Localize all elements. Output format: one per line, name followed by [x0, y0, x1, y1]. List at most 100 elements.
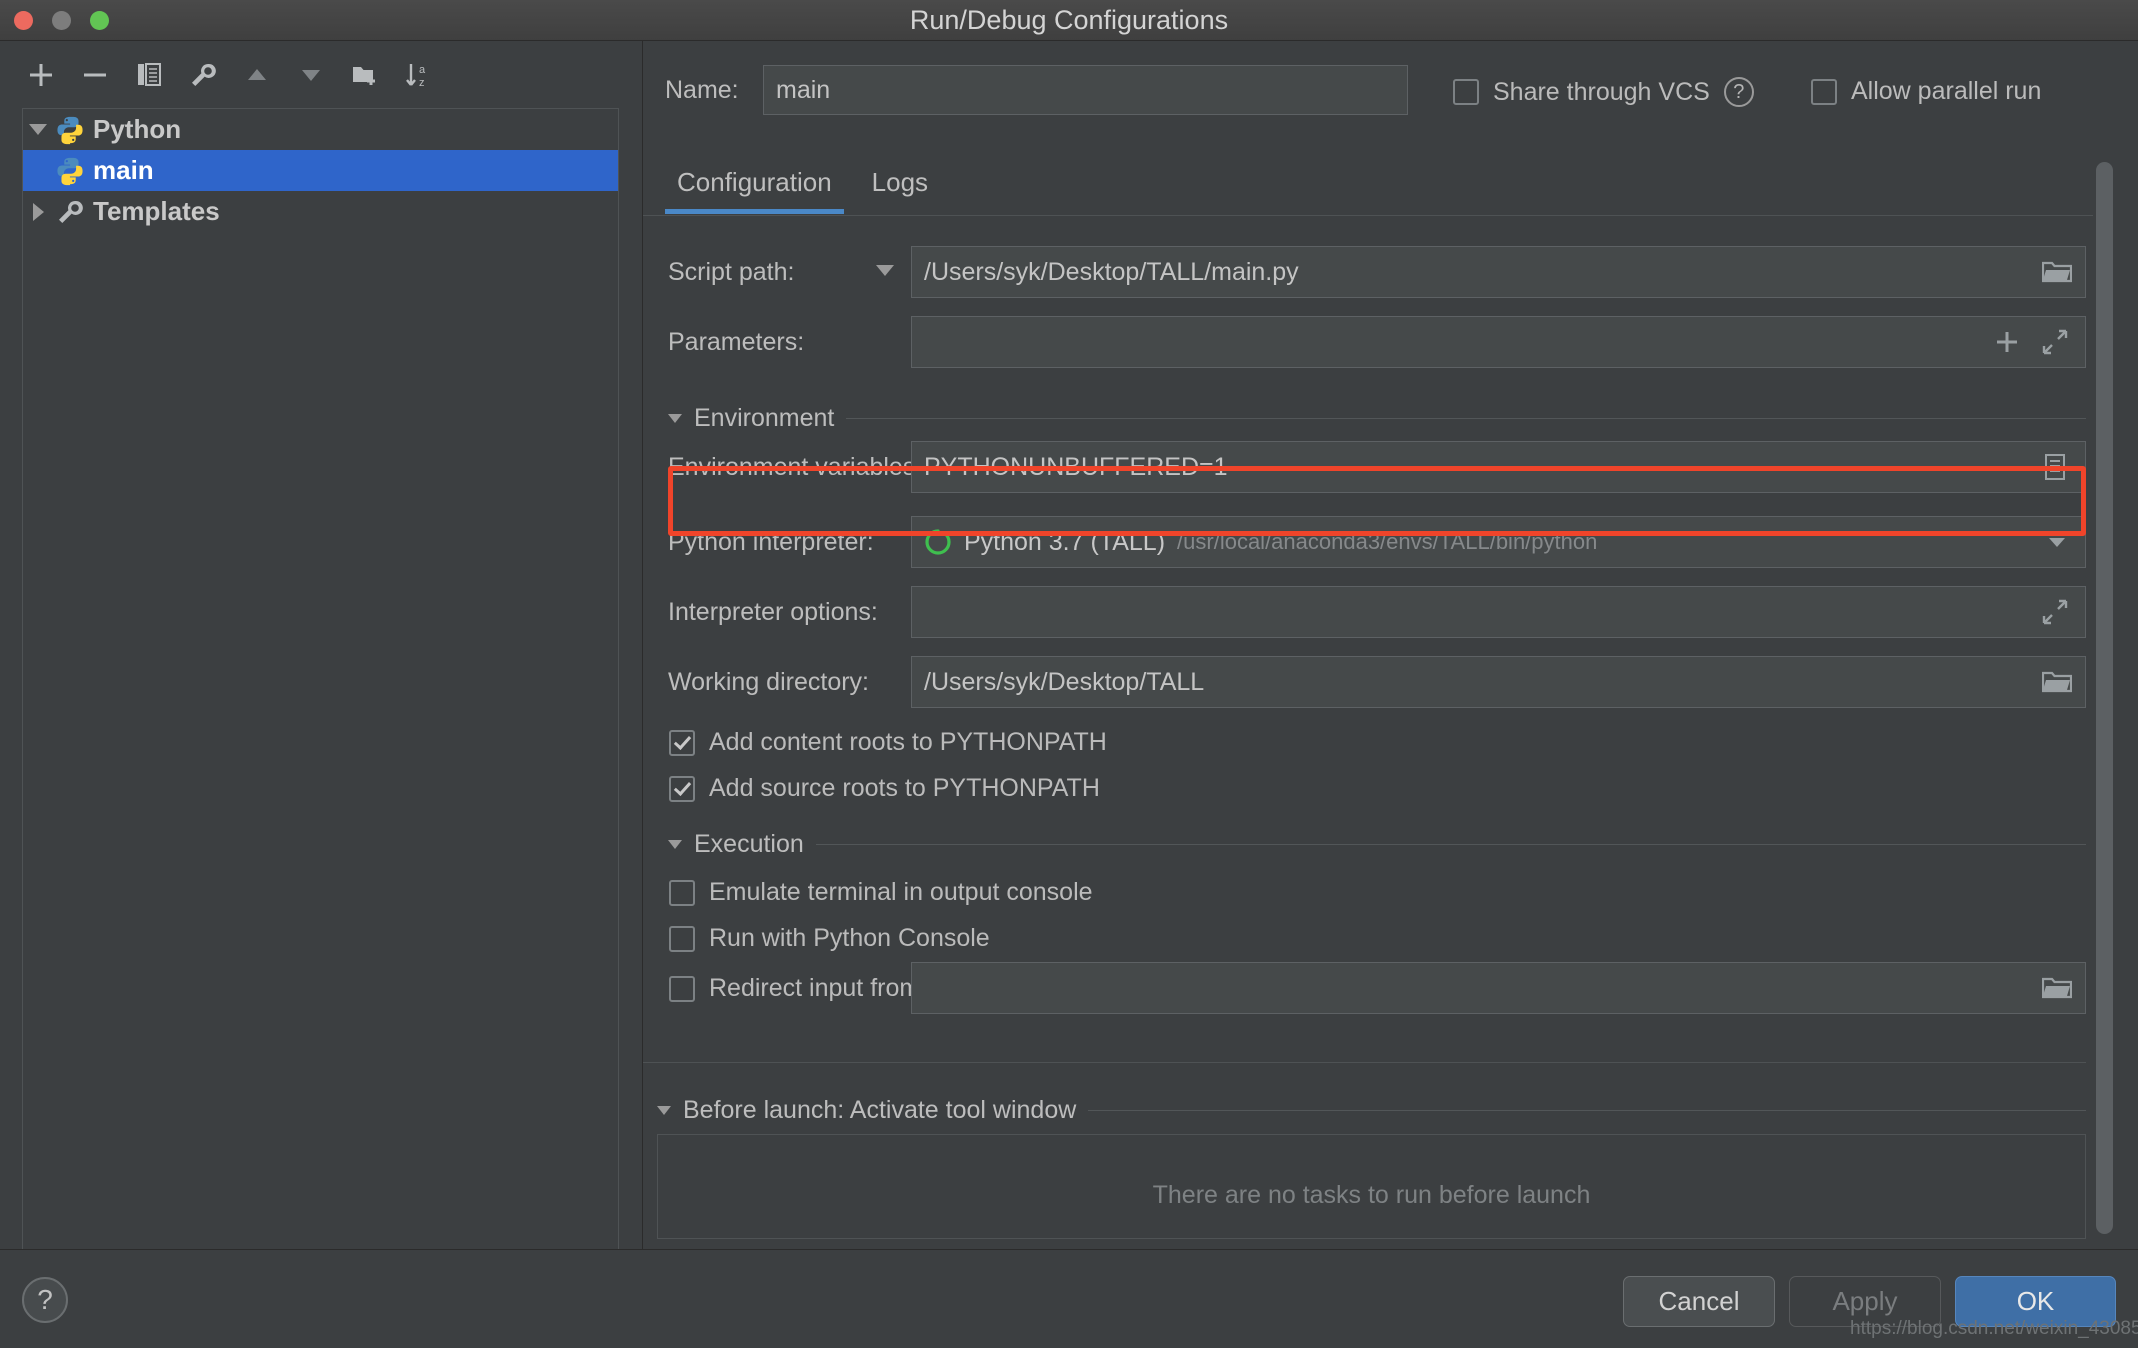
chevron-down-icon	[657, 1106, 671, 1115]
allow-parallel-run-checkbox[interactable]	[1811, 78, 1837, 105]
tab-logs[interactable]: Logs	[852, 161, 948, 214]
interpreter-options-row: Interpreter options:	[643, 586, 2113, 638]
execution-section-label: Execution	[694, 830, 804, 858]
tree-node-label: Python	[93, 114, 182, 144]
environment-section-header[interactable]: Environment	[668, 404, 2086, 433]
dialog-footer: ? Cancel Apply OK	[0, 1249, 2138, 1348]
add-content-roots-row[interactable]: Add content roots to PYTHONPATH	[669, 728, 1107, 757]
ok-button-label: OK	[2016, 1286, 2055, 1316]
add-source-roots-row[interactable]: Add source roots to PYTHONPATH	[669, 774, 1100, 803]
environment-section-label: Environment	[694, 404, 835, 432]
allow-parallel-run-row[interactable]: Allow parallel run	[1811, 77, 2041, 106]
svg-text:z: z	[419, 77, 425, 89]
python-interpreter-label: Python interpreter:	[668, 528, 874, 556]
move-up-icon[interactable]	[240, 58, 274, 92]
configuration-tabs: Configuration Logs	[643, 161, 2138, 215]
sort-alphabetically-icon[interactable]: a z	[402, 58, 436, 92]
expand-toggle-templates[interactable]	[23, 191, 53, 232]
tree-node-label: Templates	[93, 196, 220, 226]
tab-configuration[interactable]: Configuration	[657, 161, 852, 214]
apply-button-label: Apply	[1832, 1286, 1898, 1316]
copy-icon[interactable]	[132, 58, 166, 92]
working-directory-row: Working directory: /Users/syk/Desktop/TA…	[643, 656, 2113, 708]
script-path-row: Script path: /Users/syk/Desktop/TALL/mai…	[643, 246, 2113, 298]
python-icon	[53, 154, 87, 188]
tree-node-main[interactable]: main	[23, 150, 618, 191]
name-input[interactable]: main	[763, 65, 1408, 115]
environment-variables-row: Environment variables: PYTHONUNBUFFERED=…	[643, 441, 2113, 493]
plus-icon[interactable]	[1991, 326, 2023, 358]
share-vcs-help-icon[interactable]: ?	[1723, 77, 1754, 107]
configurations-tree[interactable]: Python main Templates	[22, 108, 619, 1290]
sidebar-toolbar: a z	[0, 41, 642, 108]
chevron-down-icon	[876, 265, 894, 276]
help-button[interactable]: ?	[22, 1277, 68, 1323]
share-through-vcs-checkbox[interactable]	[1453, 79, 1479, 105]
cancel-button[interactable]: Cancel	[1623, 1276, 1775, 1327]
script-path-dropdown-toggle[interactable]	[876, 265, 894, 276]
python-interpreter-select[interactable]: Python 3.7 (TALL) /usr/local/anaconda3/e…	[911, 516, 2086, 568]
interpreter-options-input[interactable]	[911, 586, 2086, 638]
section-divider	[815, 844, 2086, 845]
move-down-icon[interactable]	[294, 58, 328, 92]
tree-node-label: main	[93, 155, 154, 185]
folder-icon[interactable]	[2041, 256, 2073, 288]
emulate-terminal-row[interactable]: Emulate terminal in output console	[669, 878, 1093, 907]
redirect-input-row: Redirect input from:	[643, 962, 2113, 1014]
add-icon[interactable]	[24, 58, 58, 92]
python-icon	[53, 113, 87, 147]
add-content-roots-checkbox[interactable]	[669, 729, 695, 756]
before-launch-task-list[interactable]: There are no tasks to run before launch	[657, 1134, 2086, 1239]
before-launch-label: Before launch: Activate tool window	[683, 1096, 1077, 1124]
configuration-panel: Name: main Share through VCS ? Allow par…	[643, 41, 2138, 1249]
tree-node-python[interactable]: Python	[23, 109, 618, 150]
parameters-input[interactable]	[911, 316, 2086, 368]
working-directory-input[interactable]: /Users/syk/Desktop/TALL	[911, 656, 2086, 708]
working-directory-label: Working directory:	[668, 668, 869, 696]
name-input-value: main	[776, 75, 831, 104]
script-path-value: /Users/syk/Desktop/TALL/main.py	[924, 257, 1299, 286]
list-edit-icon[interactable]	[2039, 451, 2071, 483]
before-launch-empty-text: There are no tasks to run before launch	[1152, 1181, 1591, 1209]
configuration-form: Script path: /Users/syk/Desktop/TALL/mai…	[643, 216, 2113, 1240]
redirect-input-toggle[interactable]: Redirect input from:	[669, 974, 927, 1003]
run-with-python-console-row[interactable]: Run with Python Console	[669, 924, 990, 953]
cancel-button-label: Cancel	[1658, 1286, 1740, 1316]
expand-icon[interactable]	[2039, 326, 2071, 358]
emulate-terminal-label: Emulate terminal in output console	[709, 878, 1093, 906]
remove-icon[interactable]	[78, 58, 112, 92]
share-through-vcs-row[interactable]: Share through VCS ?	[1453, 77, 1754, 107]
name-row: Name: main Share through VCS ? Allow par…	[643, 59, 2138, 121]
python-interpreter-path: /usr/local/anaconda3/envs/TALL/bin/pytho…	[1177, 529, 1598, 554]
section-divider	[846, 418, 2086, 419]
expand-toggle-python[interactable]	[23, 109, 53, 150]
folder-icon[interactable]	[2041, 666, 2073, 698]
folder-icon[interactable]	[2041, 972, 2073, 1004]
redirect-input-label: Redirect input from:	[709, 974, 928, 1002]
script-path-input[interactable]: /Users/syk/Desktop/TALL/main.py	[911, 246, 2086, 298]
redirect-input-checkbox[interactable]	[669, 975, 695, 1002]
configuration-scrollbar-thumb[interactable]	[2096, 162, 2113, 1234]
conda-env-icon	[924, 528, 952, 556]
before-launch-header[interactable]: Before launch: Activate tool window	[657, 1096, 2086, 1125]
new-folder-icon[interactable]	[348, 58, 382, 92]
tab-configuration-label: Configuration	[677, 167, 832, 197]
title-bar: Run/Debug Configurations	[0, 0, 2138, 41]
add-source-roots-checkbox[interactable]	[669, 775, 695, 802]
name-label: Name:	[665, 76, 739, 104]
emulate-terminal-checkbox[interactable]	[669, 879, 695, 906]
watermark: https://blog.csdn.net/weixin_43085694	[1850, 1318, 2138, 1339]
share-through-vcs-label: Share through VCS	[1493, 77, 1710, 106]
chevron-down-icon[interactable]	[2041, 526, 2073, 558]
wrench-icon	[53, 195, 87, 229]
execution-section-header[interactable]: Execution	[668, 830, 2086, 859]
redirect-input-field[interactable]	[911, 962, 2086, 1014]
run-with-python-console-checkbox[interactable]	[669, 925, 695, 952]
expand-icon[interactable]	[2039, 596, 2071, 628]
configurations-sidebar: a z Python main Templates	[0, 41, 643, 1290]
tree-node-templates[interactable]: Templates	[23, 191, 618, 232]
environment-variables-input[interactable]: PYTHONUNBUFFERED=1	[911, 441, 2086, 493]
svg-text:a: a	[419, 64, 426, 76]
edit-templates-wrench-icon[interactable]	[186, 58, 220, 92]
chevron-down-icon	[668, 414, 682, 423]
